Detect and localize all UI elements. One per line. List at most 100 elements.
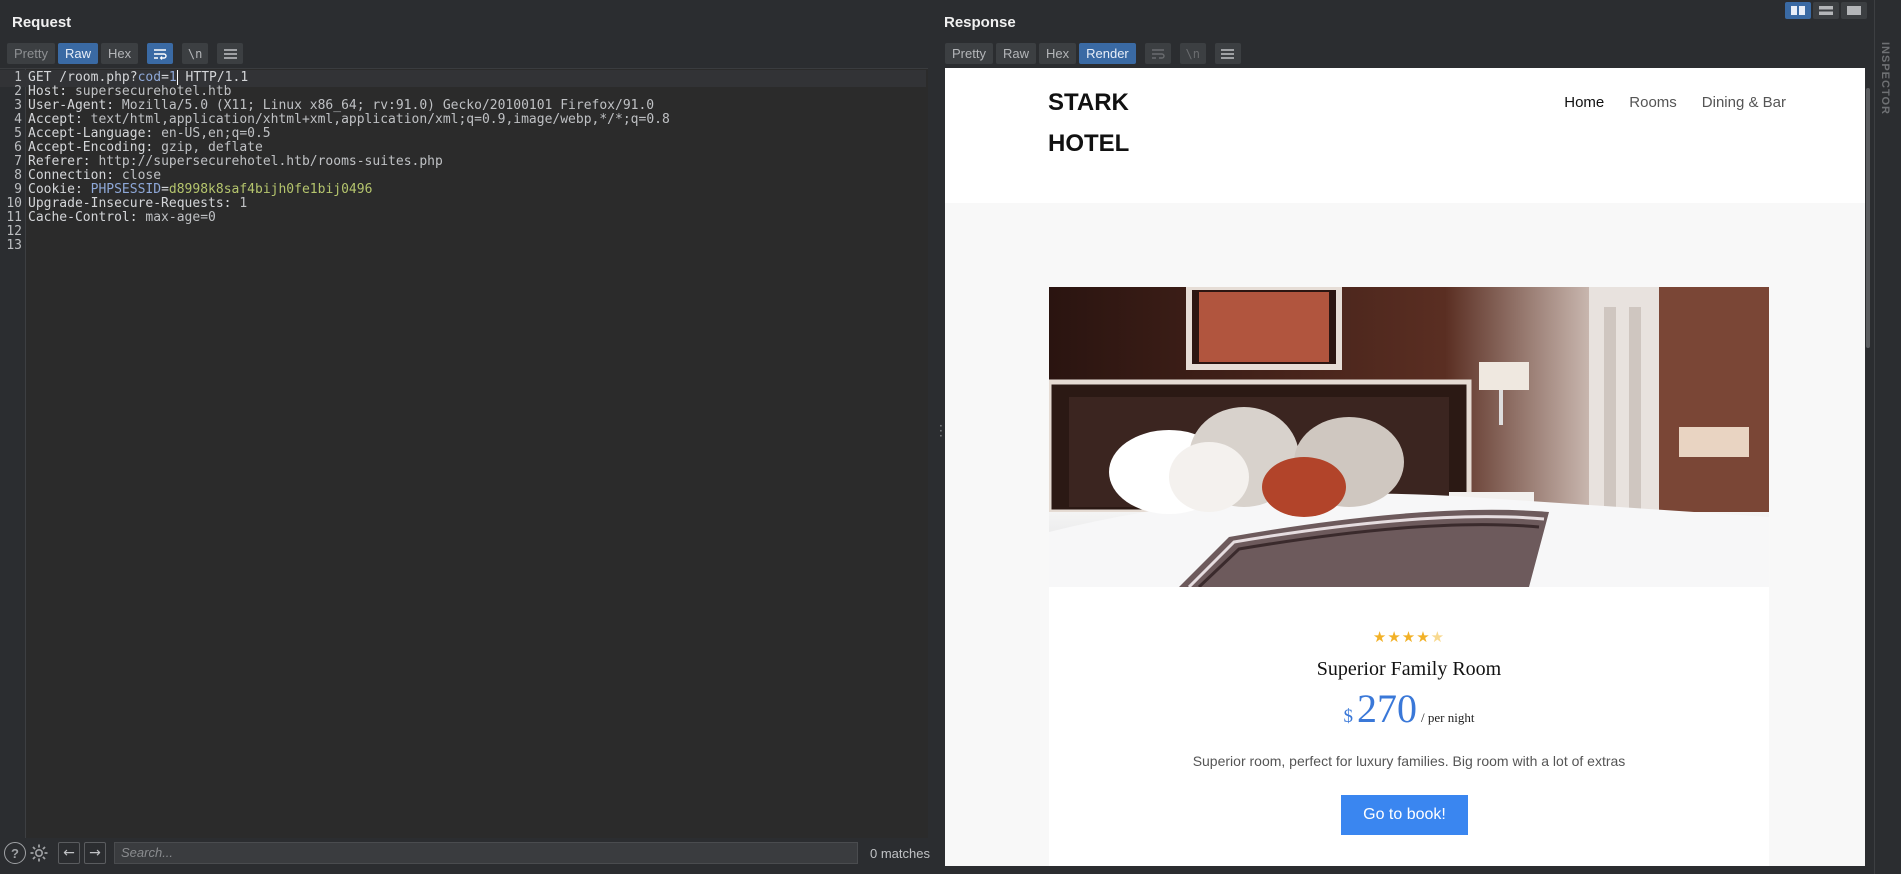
- arrow-left-icon[interactable]: ←: [58, 842, 80, 864]
- code-token: cod: [137, 70, 162, 85]
- nav-home[interactable]: Home: [1564, 94, 1604, 111]
- line-content: Cookie: PHPSESSID=d8998k8saf4bijh0fe1bij…: [28, 182, 372, 197]
- site-header: STARK HOTEL Home Rooms Dining & Bar: [945, 68, 1865, 203]
- line-number: 8: [14, 168, 22, 183]
- line-content: User-Agent: Mozilla/5.0 (X11; Linux x86_…: [28, 98, 654, 113]
- code-token: supersecurehotel.htb: [74, 84, 232, 99]
- stars-filled-icon: ★★★★: [1372, 628, 1431, 646]
- line-content: Upgrade-Insecure-Requests: 1: [28, 196, 247, 211]
- price-currency: $: [1343, 706, 1354, 727]
- code-token: GET /room.php?: [28, 70, 138, 85]
- scrollbar-thumb[interactable]: [1866, 88, 1870, 348]
- brand-line-1: STARK: [1048, 89, 1129, 116]
- code-token: http://supersecurehotel.htb/rooms-suites…: [98, 154, 443, 169]
- wrap-lines-icon[interactable]: [147, 43, 174, 64]
- gear-icon[interactable]: [28, 842, 50, 864]
- code-token: Host:: [28, 84, 75, 99]
- code-token: Accept:: [28, 112, 91, 127]
- line-content: Connection: close: [28, 168, 161, 183]
- code-token: Upgrade-Insecure-Requests:: [28, 196, 240, 211]
- code-token: HTTP/1.1: [177, 70, 249, 85]
- response-title: Response: [944, 14, 1016, 31]
- line-number: 3: [14, 98, 22, 113]
- line-number: 10: [6, 196, 22, 211]
- arrow-right-icon[interactable]: →: [84, 842, 106, 864]
- response-scrollbar[interactable]: [1866, 68, 1870, 866]
- request-tab-pretty[interactable]: Pretty: [7, 43, 55, 64]
- line-number: 13: [6, 238, 22, 253]
- nav-dining-bar[interactable]: Dining & Bar: [1702, 94, 1786, 111]
- request-tab-raw[interactable]: Raw: [57, 43, 98, 64]
- code-token: Accept-Language:: [28, 126, 162, 141]
- line-number: 11: [6, 210, 22, 225]
- request-tab-hex[interactable]: Hex: [100, 43, 139, 64]
- nav-rooms[interactable]: Rooms: [1629, 94, 1677, 111]
- code-token: Accept-Encoding:: [28, 140, 162, 155]
- code-token: text/html,application/xhtml+xml,applicat…: [90, 112, 670, 127]
- line-number: 2: [14, 84, 22, 99]
- help-icon[interactable]: ?: [4, 842, 26, 864]
- site-logo[interactable]: STARK HOTEL: [1048, 82, 1129, 164]
- code-token: d8998k8saf4bijh0fe1bij0496: [168, 182, 373, 197]
- code-token: Cookie:: [28, 182, 91, 197]
- response-tabbar: Pretty Raw Hex Render \n: [945, 43, 1241, 64]
- line-number: 5: [14, 126, 22, 141]
- line-number: 9: [14, 182, 22, 197]
- line-content: Accept-Language: en-US,en;q=0.5: [28, 126, 271, 141]
- single-pane-icon[interactable]: [1841, 2, 1867, 19]
- room-photo: [1049, 287, 1769, 587]
- search-input[interactable]: Search...: [114, 842, 858, 864]
- request-tabbar: Pretty Raw Hex \n: [7, 43, 244, 64]
- line-content: Accept: text/html,application/xhtml+xml,…: [28, 112, 670, 127]
- layout-switcher: [1785, 2, 1867, 19]
- line-number: 6: [14, 140, 22, 155]
- room-title: Superior Family Room: [1316, 658, 1502, 680]
- rendered-page: STARK HOTEL Home Rooms Dining & Bar ★★★★…: [945, 68, 1865, 866]
- request-title: Request: [12, 14, 72, 31]
- code-token: en-US,en;q=0.5: [161, 126, 271, 141]
- line-content: GET /room.php?cod=1 HTTP/1.1: [28, 70, 248, 85]
- line-content: Cache-Control: max-age=0: [28, 210, 216, 225]
- inspector-label[interactable]: INSPECTOR: [1879, 42, 1891, 115]
- code-token: max-age=0: [145, 210, 216, 225]
- split-vertical-icon[interactable]: [1813, 2, 1839, 19]
- code-token: close: [121, 168, 162, 183]
- wrap-lines-icon: [1144, 43, 1171, 64]
- site-body: ★★★★★ Superior Family Room $ 270 / per n…: [945, 203, 1865, 866]
- price-per-night: / per night: [1421, 710, 1475, 725]
- match-count: 0 matches: [870, 845, 930, 861]
- code-token: User-Agent:: [28, 98, 122, 113]
- hamburger-menu-icon[interactable]: [217, 43, 244, 64]
- line-number: 12: [6, 224, 22, 239]
- code-line[interactable]: 13: [0, 238, 926, 255]
- response-tab-hex[interactable]: Hex: [1038, 43, 1077, 64]
- response-tab-pretty[interactable]: Pretty: [945, 43, 993, 64]
- code-token: =: [161, 182, 169, 197]
- line-content: Referer: http://supersecurehotel.htb/roo…: [28, 154, 443, 169]
- line-number: 7: [14, 154, 22, 169]
- room-price: $ 270 / per night: [1049, 685, 1769, 732]
- room-card: ★★★★★ Superior Family Room $ 270 / per n…: [1049, 587, 1769, 866]
- room-description: Superior room, perfect for luxury famili…: [1192, 753, 1626, 769]
- request-panel: Request Pretty Raw Hex \n 1 GET /room.php…: [0, 0, 934, 874]
- newline-toggle-icon: \n: [1179, 43, 1206, 64]
- star-rating: ★★★★★: [1049, 628, 1769, 646]
- book-button[interactable]: Go to book!: [1341, 795, 1468, 835]
- price-amount: 270: [1357, 686, 1418, 731]
- code-token: 1: [168, 70, 177, 85]
- split-horizontal-icon[interactable]: [1785, 2, 1811, 19]
- code-token: Mozilla/5.0 (X11; Linux x86_64; rv:91.0)…: [121, 98, 655, 113]
- inspector-sidebar[interactable]: INSPECTOR: [1874, 0, 1901, 874]
- newline-toggle-icon[interactable]: \n: [182, 43, 209, 64]
- response-tab-raw[interactable]: Raw: [995, 43, 1036, 64]
- response-tab-render[interactable]: Render: [1079, 43, 1136, 64]
- line-number: 4: [14, 112, 22, 127]
- line-number: 1: [14, 70, 22, 85]
- request-searchbar: ? ← → Search... 0 matches: [0, 838, 934, 868]
- request-editor[interactable]: 1 GET /room.php?cod=1 HTTP/1.1 2 Host: supe…: [0, 68, 928, 838]
- code-token: Cache-Control:: [28, 210, 146, 225]
- code-token: Connection:: [28, 168, 122, 183]
- code-token: PHPSESSID: [90, 182, 162, 197]
- code-token: 1: [239, 196, 248, 211]
- hamburger-menu-icon[interactable]: [1214, 43, 1241, 64]
